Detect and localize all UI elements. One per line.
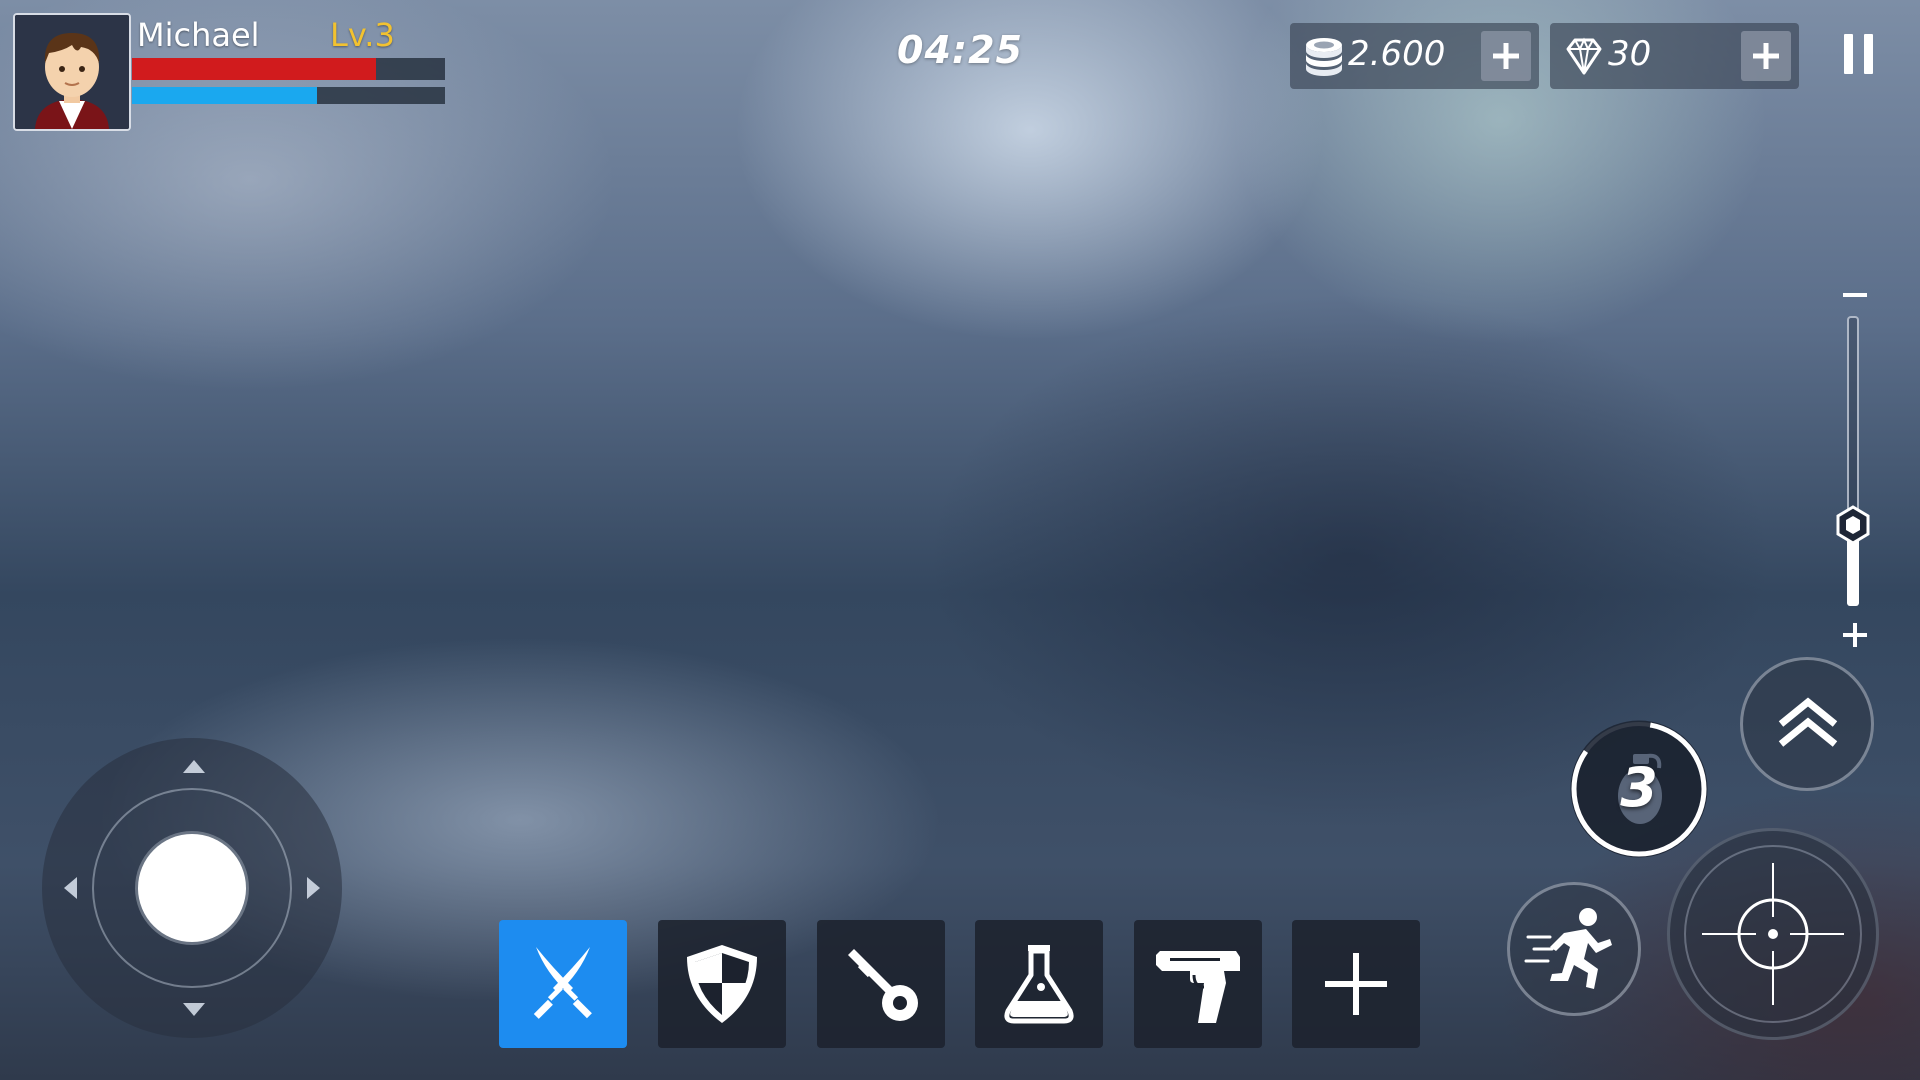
gems-value: 30 [1608, 34, 1652, 74]
pause-button[interactable] [1840, 28, 1880, 78]
match-timer: 04:25 [897, 28, 1023, 72]
pause-icon [1844, 34, 1853, 74]
zoom-slider-handle[interactable] [1835, 505, 1871, 545]
crossed-swords-icon [533, 947, 592, 1019]
jump-button[interactable] [1740, 657, 1874, 791]
mana-bar-fill [132, 87, 317, 104]
plus-icon [1493, 43, 1519, 69]
plus-icon [1753, 43, 1779, 69]
coins-value: 2.600 [1348, 34, 1446, 74]
skill-slot-key[interactable] [817, 920, 945, 1048]
pistol-icon [1156, 951, 1240, 1023]
diamond-icon [1566, 37, 1602, 75]
crosshair-icon [1702, 863, 1844, 1005]
grenade-count: 3 [1620, 756, 1658, 819]
shield-icon [687, 945, 757, 1023]
gems-panel: 30 [1550, 23, 1799, 89]
joystick-knob[interactable] [138, 834, 246, 942]
mana-bar [132, 87, 445, 104]
arrow-right-icon [307, 877, 320, 899]
arrow-down-icon [183, 1003, 205, 1016]
fire-button[interactable] [1667, 828, 1879, 1040]
plus-icon [1325, 953, 1387, 1015]
key-icon [848, 949, 918, 1021]
add-skill-slot[interactable] [1292, 920, 1420, 1048]
arrow-left-icon [64, 877, 77, 899]
sprint-button[interactable] [1507, 882, 1641, 1016]
game-scene: Michael Lv.3 04:25 2.600 30 3 [0, 0, 1920, 1080]
pause-icon-bar [1864, 34, 1873, 74]
player-avatar[interactable] [13, 13, 131, 131]
add-coins-button[interactable] [1481, 31, 1531, 81]
health-bar-fill [132, 58, 377, 80]
health-bar [132, 58, 445, 80]
grenade-button[interactable]: 3 [1570, 720, 1708, 858]
coin-stack-icon [1306, 38, 1342, 76]
skill-slot-pistol[interactable] [1134, 920, 1262, 1048]
arrow-up-icon [183, 760, 205, 773]
potion-flask-icon [1004, 945, 1074, 1024]
zoom-out-button[interactable] [1840, 280, 1870, 310]
player-level: Lv.3 [330, 16, 395, 54]
add-gems-button[interactable] [1741, 31, 1791, 81]
player-name: Michael [137, 16, 260, 54]
double-chevron-up-icon [1778, 697, 1838, 747]
skill-slot-attack[interactable] [499, 920, 627, 1048]
zoom-in-button[interactable] [1840, 620, 1870, 650]
skill-slot-defense[interactable] [658, 920, 786, 1048]
avatar-portrait-icon [15, 15, 129, 129]
coins-panel: 2.600 [1290, 23, 1539, 89]
running-person-icon [1524, 908, 1612, 989]
skill-slot-potion[interactable] [975, 920, 1103, 1048]
movement-joystick[interactable] [42, 738, 342, 1038]
